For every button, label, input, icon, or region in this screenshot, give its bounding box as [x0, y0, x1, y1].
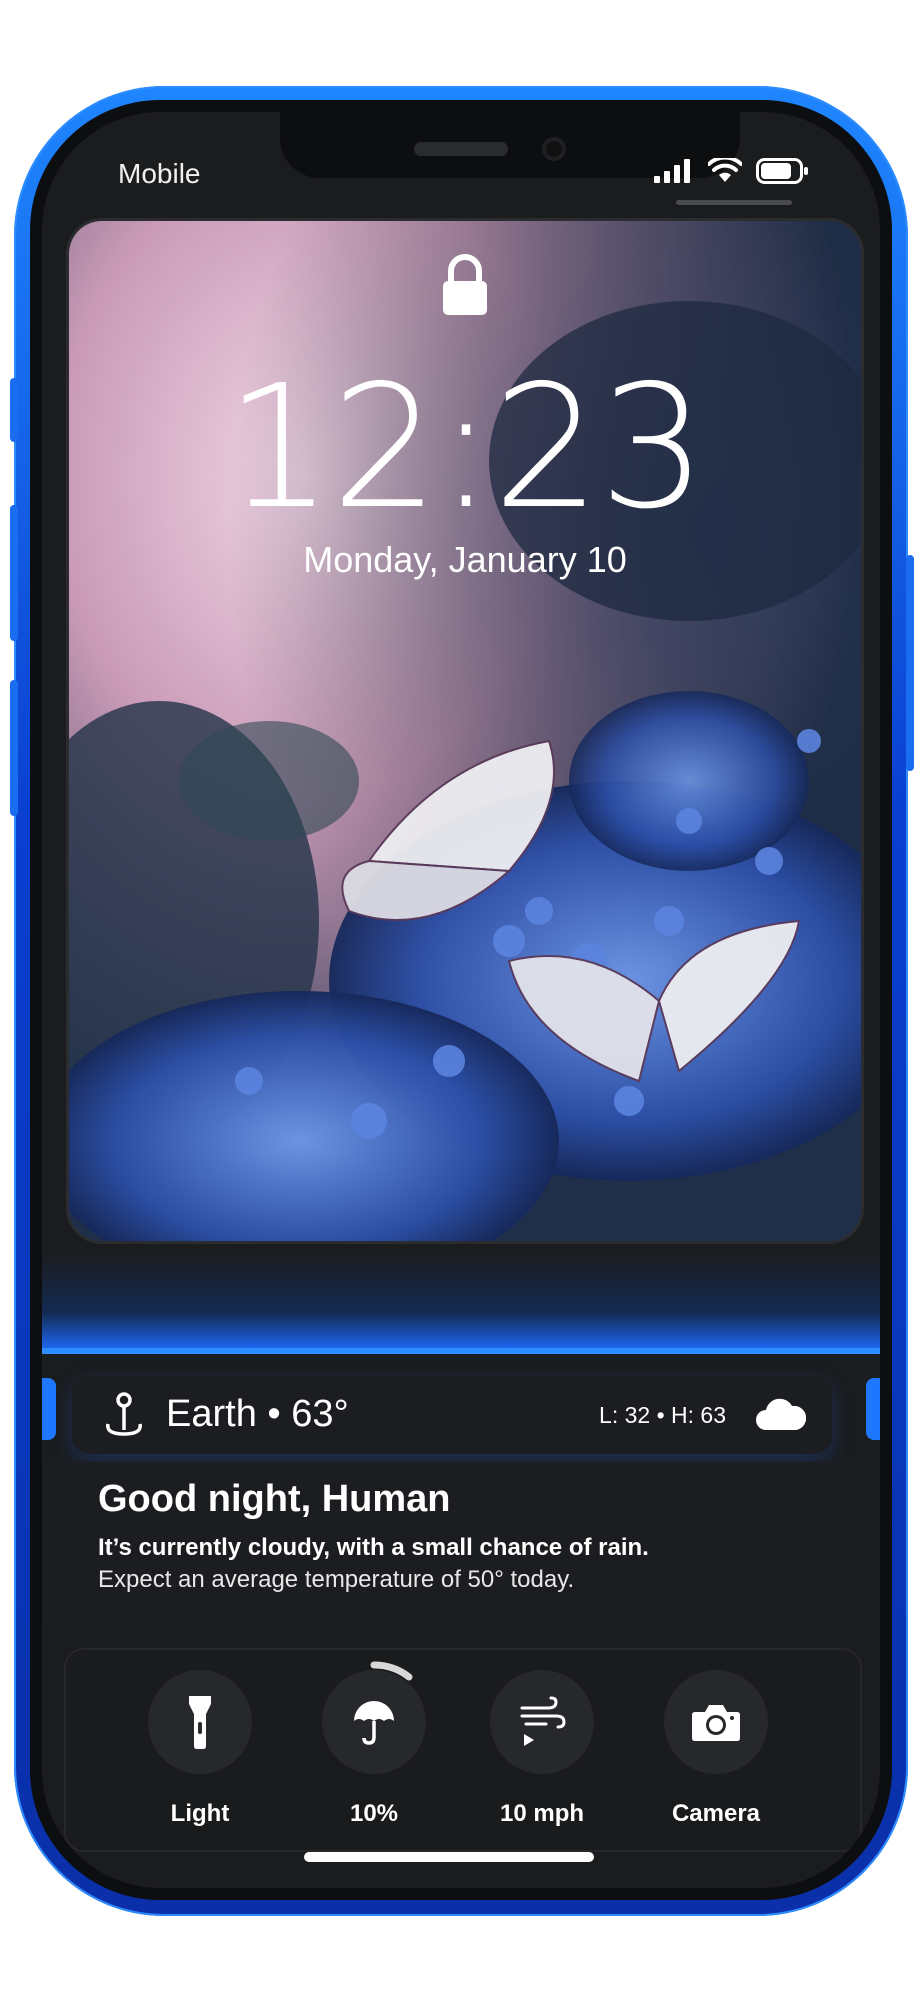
- quick-action-wind[interactable]: 10 mph: [462, 1670, 622, 1828]
- glow-divider: [42, 1252, 880, 1352]
- earpiece-speaker: [414, 142, 508, 156]
- volume-down-button: [10, 680, 18, 816]
- wallpaper: 12:23 Monday, January 10: [66, 218, 864, 1244]
- greeting-summary: It’s currently cloudy, with a small chan…: [98, 1534, 649, 1561]
- greeting-card: Good night, Human It’s currently cloudy,…: [42, 1462, 880, 1630]
- quick-action-circle[interactable]: [490, 1670, 594, 1774]
- weather-location: Earth • 63°: [166, 1393, 349, 1435]
- quick-action-light[interactable]: Light: [120, 1670, 280, 1828]
- flashlight-icon: [189, 1696, 211, 1749]
- volume-up-button: [10, 505, 18, 641]
- signal-icon: [654, 159, 690, 183]
- carrier-label: Mobile: [118, 158, 201, 189]
- status-icons: [654, 158, 810, 184]
- greeting-title: Good night, Human: [98, 1478, 451, 1520]
- quick-action-label: 10%: [349, 1800, 399, 1827]
- quick-action-camera[interactable]: Camera: [636, 1670, 796, 1828]
- accent-line: [42, 1348, 880, 1354]
- weather-widget[interactable]: Earth • 63° L: 32 • H: 63: [72, 1376, 832, 1454]
- mute-switch: [10, 378, 18, 442]
- wifi-icon: [708, 158, 742, 182]
- home-indicator[interactable]: [304, 1852, 594, 1862]
- quick-actions-panel: Light 10% 10 mph Camera: [64, 1648, 862, 1852]
- power-button: [906, 555, 914, 771]
- status-bar-indicator: [676, 200, 792, 205]
- front-camera: [542, 137, 566, 161]
- greeting-forecast: Expect an average temperature of 50° tod…: [98, 1566, 575, 1593]
- cloud-icon: [756, 1398, 806, 1430]
- weather-edge-left: [42, 1378, 56, 1440]
- quick-action-label: 10 mph: [499, 1800, 585, 1827]
- weather-hi-lo: L: 32 • H: 63: [599, 1402, 726, 1428]
- camera-icon: [692, 1705, 740, 1741]
- lock-icon: [443, 254, 487, 315]
- rain-progress-ring: [370, 1661, 413, 1681]
- lock-date: Monday, January 10: [303, 539, 627, 580]
- location-pin-icon: [106, 1392, 142, 1436]
- quick-action-circle[interactable]: [664, 1670, 768, 1774]
- lock-clock: 12:23: [225, 349, 707, 547]
- quick-action-circle[interactable]: [322, 1661, 426, 1774]
- quick-action-label: Light: [170, 1800, 230, 1827]
- quick-action-rain[interactable]: 10%: [294, 1661, 454, 1828]
- quick-action-label: Camera: [671, 1800, 761, 1827]
- wind-icon: [520, 1696, 566, 1746]
- weather-edge-right: [866, 1378, 880, 1440]
- battery-icon: [756, 158, 808, 184]
- phone-screen: Mobile 12:23 Monday, January 10 Earth • …: [42, 112, 880, 1888]
- quick-action-circle[interactable]: [148, 1670, 252, 1774]
